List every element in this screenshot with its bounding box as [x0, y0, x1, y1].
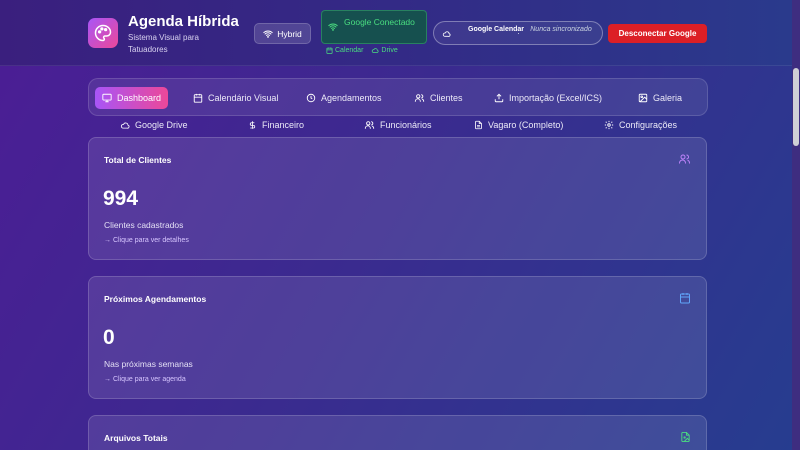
image-icon [638, 93, 648, 103]
card-arquivos-totais[interactable]: Arquivos Totais [88, 415, 707, 450]
tab-financeiro[interactable]: Financeiro [248, 118, 304, 132]
hybrid-mode-button[interactable]: Hybrid [254, 23, 311, 44]
clock-icon [306, 93, 316, 103]
card-value: 0 [103, 326, 115, 349]
card-title: Arquivos Totais [104, 433, 168, 443]
disconnect-google-button[interactable]: Desconectar Google [608, 24, 707, 43]
gear-icon [604, 120, 614, 130]
card-description: Clientes cadastrados [104, 220, 184, 230]
cloud-icon [372, 48, 379, 53]
tab-google-drive[interactable]: Google Drive [120, 118, 188, 132]
tab-importacao[interactable]: Importação (Excel/ICS) [494, 87, 602, 109]
wifi-icon [263, 29, 273, 39]
users-icon [414, 93, 425, 103]
google-status-box: Google Conectado [321, 10, 427, 44]
sync-status-pill[interactable]: Google Calendar · Nunca sincronizado [433, 21, 603, 45]
tab-configuracoes[interactable]: Configurações [604, 118, 677, 132]
card-proximos-agendamentos[interactable]: Próximos Agendamentos 0 Nas próximas sem… [88, 276, 707, 399]
users-icon [678, 153, 691, 165]
card-description: Nas próximas semanas [104, 359, 193, 369]
sync-label: Google Calendar [468, 26, 525, 33]
tab-calendario-visual[interactable]: Calendário Visual [193, 87, 278, 109]
card-details-link[interactable]: → Clique para ver detalhes [104, 237, 189, 244]
wifi-icon [328, 22, 338, 32]
google-service-links: Calendar Drive [326, 47, 398, 54]
calendar-icon [679, 292, 691, 304]
app-subtitle: Sistema Visual para Tatuadores [128, 33, 199, 54]
card-title: Total de Clientes [104, 155, 172, 165]
card-title: Próximos Agendamentos [104, 294, 207, 304]
app-header: Agenda Híbrida Sistema Visual para Tatua… [0, 0, 792, 66]
tab-dashboard[interactable]: Dashboard [95, 87, 169, 109]
tab-funcionarios[interactable]: Funcionários [364, 118, 432, 132]
google-status-text: Google Conectado [344, 17, 415, 27]
tab-vagaro[interactable]: Vagaro (Completo) [474, 118, 563, 132]
calendar-link[interactable]: Calendar [326, 47, 363, 54]
file-image-icon [680, 431, 691, 443]
card-value: 994 [103, 187, 139, 210]
card-total-clientes[interactable]: Total de Clientes 994 Clientes cadastrad… [88, 137, 707, 260]
card-agenda-link[interactable]: → Clique para ver agenda [104, 376, 186, 383]
sync-separator: · [517, 28, 520, 38]
tab-agendamentos[interactable]: Agendamentos [306, 87, 382, 109]
calendar-icon [193, 93, 203, 103]
scrollbar-thumb[interactable] [793, 68, 799, 146]
page-scrollbar[interactable] [792, 0, 800, 450]
mode-label: Hybrid [277, 28, 302, 39]
sync-value: Nunca sincronizado [530, 26, 592, 33]
cloud-icon [442, 30, 451, 38]
tab-galeria[interactable]: Galeria [638, 87, 682, 109]
app-title: Agenda Híbrida [128, 13, 239, 30]
tab-clientes[interactable]: Clientes [414, 87, 463, 109]
drive-link[interactable]: Drive [371, 47, 398, 54]
file-icon [474, 120, 483, 130]
dollar-icon [248, 120, 257, 130]
cloud-icon [120, 121, 130, 130]
users-icon [364, 120, 375, 130]
palette-logo-icon [88, 18, 118, 48]
upload-icon [494, 93, 504, 103]
calendar-icon [326, 47, 333, 54]
monitor-icon [102, 93, 112, 103]
main-nav: Dashboard Calendário Visual Agendamentos… [88, 78, 708, 116]
